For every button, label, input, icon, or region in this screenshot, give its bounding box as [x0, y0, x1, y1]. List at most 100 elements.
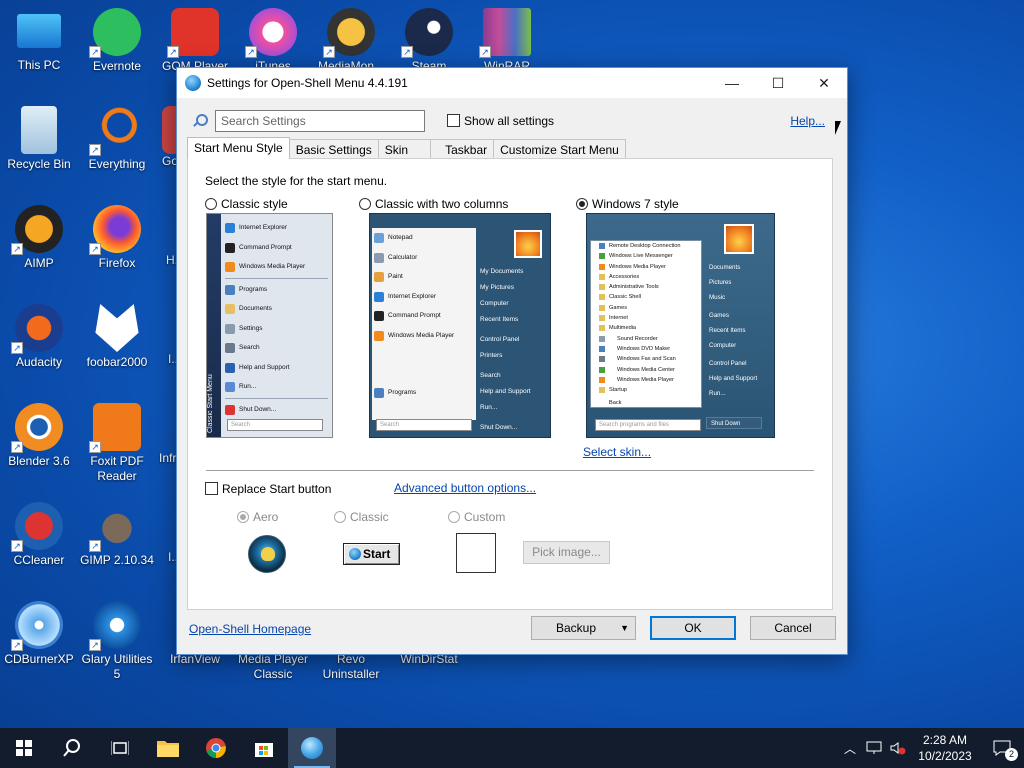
- desktop-icon-firefox[interactable]: ↗ Firefox: [78, 205, 156, 271]
- desktop-icon-this-pc[interactable]: This PC: [0, 8, 78, 73]
- preview-item: My Pictures: [480, 284, 514, 291]
- icon-label: CDBurnerXP: [4, 652, 74, 666]
- desktop-icon-recycle-bin[interactable]: Recycle Bin: [0, 106, 78, 172]
- preview-item: Settings: [223, 319, 330, 339]
- button-custom-option[interactable]: Custom: [448, 510, 505, 524]
- preview-item: Games: [591, 303, 701, 313]
- show-hidden-icons-button[interactable]: ︿: [838, 728, 862, 768]
- desktop-icon-mediamonkey[interactable]: ↗ MediaMon...: [312, 8, 390, 74]
- desktop-icon-audacity[interactable]: ↗ Audacity: [0, 304, 78, 370]
- preview-item: Remote Desktop Connection: [591, 241, 701, 251]
- title-bar[interactable]: Settings for Open-Shell Menu 4.4.191 — ☐…: [177, 68, 847, 98]
- desktop-icon-gimp[interactable]: ↗ GIMP 2.10.34: [78, 502, 156, 568]
- tab-customize-start-menu[interactable]: Customize Start Menu: [493, 139, 626, 159]
- button-aero-radio[interactable]: [237, 511, 249, 523]
- ok-button[interactable]: OK: [650, 616, 736, 640]
- tab-skin[interactable]: Skin: [377, 139, 432, 159]
- preview-item: Printers: [480, 352, 503, 359]
- preview-item: Windows Media Center: [591, 365, 701, 375]
- button-classic-radio[interactable]: [334, 511, 346, 523]
- button-aero-option[interactable]: Aero: [237, 510, 278, 524]
- classic-style-preview[interactable]: Classic Start Menu Internet Explorer Com…: [206, 213, 333, 438]
- icon-label: Recycle Bin: [7, 157, 71, 171]
- tab-start-menu-style[interactable]: Start Menu Style: [187, 137, 290, 159]
- system-tray: ︿ 2:28 AM 10/2/2023 2: [838, 728, 1024, 768]
- preview-item: Calculator: [372, 248, 476, 268]
- search-input[interactable]: [216, 111, 424, 131]
- maximize-button[interactable]: ☐: [755, 68, 801, 98]
- task-view-button[interactable]: [96, 728, 144, 768]
- chrome-button[interactable]: [192, 728, 240, 768]
- desktop-icon-evernote[interactable]: ↗ Evernote: [78, 8, 156, 74]
- button-custom-radio[interactable]: [448, 511, 460, 523]
- preview-item: Documents: [709, 264, 741, 271]
- show-all-settings[interactable]: Show all settings: [447, 114, 554, 128]
- style-classic-option[interactable]: Classic style: [205, 197, 288, 211]
- preview-item: Games: [709, 312, 729, 319]
- pick-image-button[interactable]: Pick image...: [523, 541, 610, 564]
- select-skin-link[interactable]: Select skin...: [583, 445, 651, 459]
- desktop-icon-blender[interactable]: ↗ Blender 3.6: [0, 403, 78, 469]
- volume-muted-icon: [890, 742, 906, 755]
- help-link[interactable]: Help...: [790, 114, 825, 128]
- store-button[interactable]: [240, 728, 288, 768]
- file-explorer-button[interactable]: [144, 728, 192, 768]
- preview-item: Startup: [591, 385, 701, 395]
- win7-style-preview[interactable]: Remote Desktop Connection Windows Live M…: [586, 213, 775, 438]
- style-two-columns-option[interactable]: Classic with two columns: [359, 197, 508, 211]
- network-button[interactable]: [862, 728, 886, 768]
- close-button[interactable]: ✕: [801, 68, 847, 98]
- start-button[interactable]: [0, 728, 48, 768]
- replace-start-checkbox[interactable]: [205, 482, 218, 495]
- preview-item: Internet: [591, 313, 701, 323]
- desktop-icon-aimp[interactable]: ↗ AIMP: [0, 205, 78, 271]
- desktop-icon-gom-player[interactable]: ↗ GOM Player: [156, 8, 234, 74]
- replace-start-option[interactable]: Replace Start button: [205, 482, 331, 496]
- backup-label: Backup: [556, 621, 597, 635]
- open-shell-taskbar-button[interactable]: [288, 728, 336, 768]
- chevron-up-icon: ︿: [843, 741, 856, 756]
- search-field[interactable]: [215, 110, 425, 132]
- open-shell-homepage-link[interactable]: Open-Shell Homepage: [189, 622, 311, 636]
- style-win7-radio[interactable]: [576, 198, 588, 210]
- preview-separator: [225, 277, 328, 279]
- desktop-icon-steam[interactable]: ↗ Steam: [390, 8, 468, 74]
- user-picture-icon: [514, 230, 542, 258]
- taskbar-search-button[interactable]: [48, 728, 96, 768]
- desktop-icon-revo[interactable]: Revo Uninstaller: [312, 652, 390, 682]
- style-win7-option[interactable]: Windows 7 style: [576, 197, 679, 211]
- preview-item: Windows DVD Maker: [591, 344, 701, 354]
- show-all-checkbox[interactable]: [447, 114, 460, 127]
- two-column-style-preview[interactable]: Notepad Calculator Paint Internet Explor…: [369, 213, 551, 438]
- winrar-icon: ↗: [479, 8, 531, 58]
- desktop-icon-winrar[interactable]: ↗ WinRAR: [468, 8, 546, 74]
- desktop-icon-glary[interactable]: ↗ Glary Utilities 5: [78, 601, 156, 682]
- advanced-button-options-link[interactable]: Advanced button options...: [394, 481, 536, 495]
- itunes-icon: ↗: [245, 8, 297, 58]
- button-classic-option[interactable]: Classic: [334, 510, 389, 524]
- classic-preview-items: Internet Explorer Command Prompt Windows…: [223, 218, 330, 419]
- style-two-columns-radio[interactable]: [359, 198, 371, 210]
- desktop-icon-everything[interactable]: ↗ Everything: [78, 106, 156, 172]
- preview-item: Windows Live Messenger: [591, 251, 701, 261]
- aimp-icon: ↗: [11, 205, 63, 255]
- backup-button[interactable]: Backup ▼: [531, 616, 636, 640]
- desktop-icon-itunes[interactable]: ↗ iTunes: [234, 8, 312, 74]
- settings-window: Settings for Open-Shell Menu 4.4.191 — ☐…: [176, 67, 848, 655]
- volume-button[interactable]: [886, 728, 910, 768]
- style-classic-radio[interactable]: [205, 198, 217, 210]
- tab-taskbar[interactable]: Taskbar: [430, 139, 495, 159]
- tab-basic-settings[interactable]: Basic Settings: [288, 139, 379, 159]
- action-center-button[interactable]: 2: [980, 728, 1024, 768]
- minimize-button[interactable]: —: [709, 68, 755, 98]
- desktop-icon-foxit[interactable]: ↗ Foxit PDF Reader: [78, 403, 156, 484]
- desktop-icon-mpc[interactable]: Media Player Classic: [234, 652, 312, 682]
- cancel-button[interactable]: Cancel: [750, 616, 836, 640]
- desktop-icon-ccleaner[interactable]: ↗ CCleaner: [0, 502, 78, 568]
- window-title: Settings for Open-Shell Menu 4.4.191: [207, 76, 408, 90]
- preview-item: Windows Media Player: [223, 257, 330, 277]
- gom-player-icon: ↗: [167, 8, 219, 58]
- desktop-icon-foobar2000[interactable]: foobar2000: [78, 304, 156, 370]
- desktop-icon-cdburnerxp[interactable]: ↗ CDBurnerXP: [0, 601, 78, 667]
- clock[interactable]: 2:28 AM 10/2/2023: [910, 732, 980, 764]
